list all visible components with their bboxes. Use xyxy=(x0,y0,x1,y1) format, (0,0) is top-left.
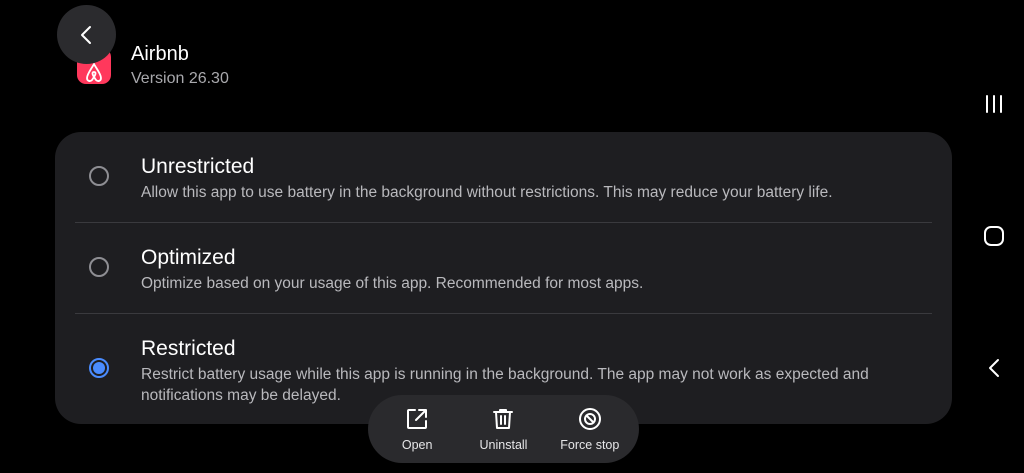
option-description: Optimize based on your usage of this app… xyxy=(141,275,644,292)
recents-button[interactable] xyxy=(979,89,1009,119)
trash-icon xyxy=(493,409,514,429)
battery-options-card: Unrestricted Allow this app to use batte… xyxy=(55,132,952,424)
radio-restricted[interactable] xyxy=(89,358,109,378)
radio-unrestricted[interactable] xyxy=(89,166,109,186)
force-stop-icon xyxy=(578,408,601,430)
app-action-bar: Open Uninstall Force stop xyxy=(368,395,639,463)
uninstall-button[interactable]: Uninstall xyxy=(461,406,545,452)
option-description: Allow this app to use battery in the bac… xyxy=(141,184,833,201)
open-label: Open xyxy=(401,438,433,452)
radio-optimized[interactable] xyxy=(89,257,109,277)
radio-selected-dot xyxy=(93,362,105,374)
uninstall-label: Uninstall xyxy=(479,438,528,452)
back-icon xyxy=(989,359,999,377)
nav-back-button[interactable] xyxy=(979,353,1009,383)
app-name: Airbnb xyxy=(131,43,189,65)
home-button[interactable] xyxy=(979,221,1009,251)
option-optimized[interactable]: Optimized Optimize based on your usage o… xyxy=(55,223,952,313)
battery-settings-screen: Airbnb Version 26.30 Unrestricted Allow … xyxy=(0,0,1024,473)
app-version: Version 26.30 xyxy=(131,70,229,87)
force-stop-button[interactable]: Force stop xyxy=(548,406,632,452)
recents-icon xyxy=(986,95,1002,113)
home-icon xyxy=(984,226,1004,246)
force-stop-label: Force stop xyxy=(560,438,620,452)
option-title: Unrestricted xyxy=(141,155,255,178)
back-button[interactable] xyxy=(57,5,116,64)
option-title: Restricted xyxy=(141,337,236,360)
option-unrestricted[interactable]: Unrestricted Allow this app to use batte… xyxy=(55,132,952,222)
chevron-left-icon xyxy=(80,25,91,44)
open-external-icon xyxy=(407,409,428,429)
option-title: Optimized xyxy=(141,246,236,269)
open-button[interactable]: Open xyxy=(375,406,459,452)
